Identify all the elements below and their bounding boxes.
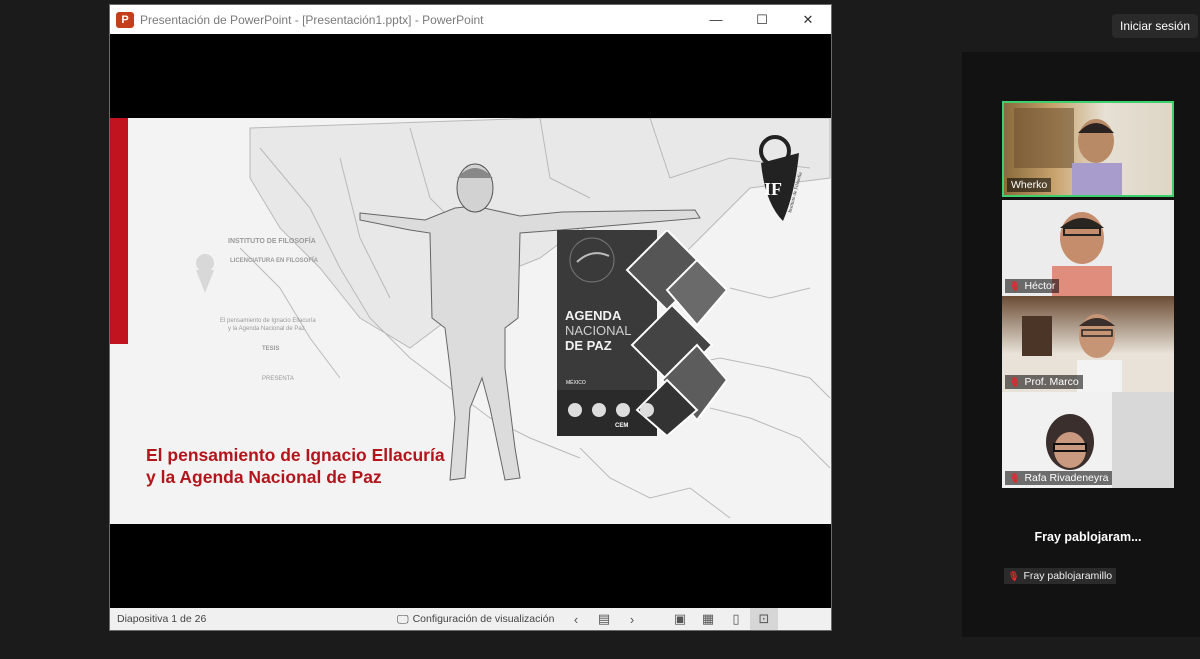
display-settings-icon: 🖵: [397, 611, 409, 626]
participant-no-video-name: Fray pablojaram...: [1034, 530, 1142, 544]
participant-tile[interactable]: 🎙 Héctor: [1002, 200, 1174, 296]
doc-thesis: TESIS: [262, 346, 280, 352]
display-settings-button[interactable]: 🖵 Configuración de visualización: [397, 612, 562, 627]
status-bar: Diapositiva 1 de 26 🖵 Configuración de v…: [110, 608, 831, 630]
reading-view-icon[interactable]: ▯: [722, 611, 750, 627]
current-slide[interactable]: INSTITUTO DE FILOSOFÍA LICENCIATURA EN F…: [110, 118, 831, 524]
doc-title-1: El pensamiento de Ignacio Ellacuría: [220, 318, 316, 324]
agenda-cem-logo: CEM: [615, 423, 629, 429]
participant-tile[interactable]: 🎙 Rafa Rivadeneyra: [1002, 392, 1174, 488]
agenda-line-2: NACIONAL: [565, 323, 632, 338]
participants-panel: Wherko 🎙 Héctor 🎙 Prof. Marco 🎙 Rafa Rivade…: [962, 52, 1200, 637]
mic-muted-icon: 🎙: [1009, 280, 1021, 291]
signin-button[interactable]: Iniciar sesión: [1112, 14, 1198, 38]
next-slide-icon[interactable]: ›: [618, 612, 646, 627]
doc-program: LICENCIATURA EN FILOSOFÍA: [230, 258, 318, 264]
minimize-button[interactable]: —: [693, 5, 739, 34]
slide-title-line-1: El pensamiento de Ignacio Ellacuría: [146, 445, 445, 465]
participant-name: 🎙 Rafa Rivadeneyra: [1005, 471, 1113, 485]
participant-tile[interactable]: Wherko: [1002, 101, 1174, 197]
grid-view-icon[interactable]: ▦: [694, 611, 722, 627]
accent-bar: [110, 118, 128, 344]
participant-tile[interactable]: 🎙 Prof. Marco: [1002, 296, 1174, 392]
close-button[interactable]: ✕: [785, 5, 831, 34]
presenter-view-icon[interactable]: ⊡: [750, 608, 778, 630]
institute-logo: IF Instituto de Filosofía: [759, 135, 804, 221]
display-settings-label: Configuración de visualización: [412, 613, 555, 625]
slide-counter: Diapositiva 1 de 26: [117, 613, 207, 625]
slide-title-line-2: y la Agenda Nacional de Paz: [146, 467, 382, 487]
participant-name: Wherko: [1007, 178, 1052, 192]
maximize-button[interactable]: ☐: [739, 5, 785, 34]
participant-name: 🎙 Héctor: [1005, 279, 1060, 293]
powerpoint-icon: P: [116, 11, 134, 28]
title-bar[interactable]: P Presentación de PowerPoint - [Presenta…: [110, 5, 831, 34]
participant-name-tag: 🎙 Fray pablojaramillo: [1004, 568, 1117, 584]
doc-institute: INSTITUTO DE FILOSOFÍA: [228, 238, 316, 245]
mic-muted-icon: 🎙: [1008, 570, 1020, 581]
mic-muted-icon: 🎙: [1009, 376, 1021, 387]
doc-title-2: y la Agenda Nacional de Paz: [228, 326, 305, 332]
agenda-line-3: DE PAZ: [565, 338, 612, 353]
slide-title: El pensamiento de Ignacio Ellacuría y la…: [146, 444, 526, 488]
agenda-country: MÉXICO: [566, 380, 586, 386]
doc-presenta: PRESENTA: [262, 376, 294, 382]
bottom-bar: [0, 637, 1200, 659]
normal-view-icon[interactable]: ▣: [666, 611, 694, 627]
prev-slide-icon[interactable]: ‹: [562, 612, 590, 627]
agenda-line-1: AGENDA: [565, 308, 622, 323]
window-title: Presentación de PowerPoint - [Presentaci…: [140, 12, 484, 27]
slide-sorter-icon[interactable]: ▤: [590, 611, 618, 627]
slide-viewport: INSTITUTO DE FILOSOFÍA LICENCIATURA EN F…: [110, 34, 831, 609]
agenda-heading: AGENDA NACIONAL DE PAZ: [565, 308, 631, 353]
mic-muted-icon: 🎙: [1009, 472, 1021, 483]
logo-letters: IF: [764, 179, 782, 199]
powerpoint-window: P Presentación de PowerPoint - [Presenta…: [109, 4, 832, 631]
participant-name: 🎙 Prof. Marco: [1005, 375, 1083, 389]
